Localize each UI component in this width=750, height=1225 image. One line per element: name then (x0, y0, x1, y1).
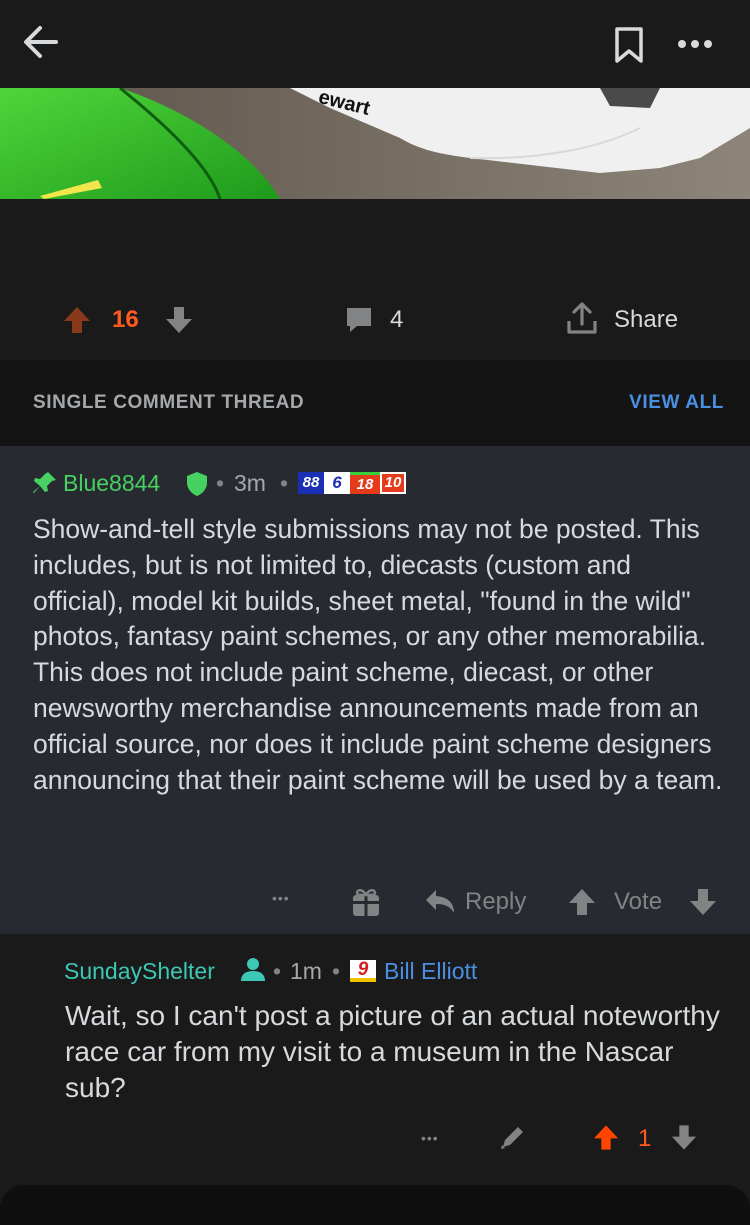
user-icon (240, 956, 266, 982)
separator: • (216, 470, 225, 496)
comment-body: Wait, so I can't post a picture of an ac… (65, 1000, 720, 1103)
downvote-icon[interactable] (688, 888, 718, 916)
pin-icon (32, 470, 58, 496)
comment-body: Show-and-tell style submissions may not … (33, 514, 723, 795)
back-arrow-icon[interactable] (20, 22, 60, 62)
comment-author[interactable]: Blue8844 (63, 470, 160, 497)
downvote-icon[interactable] (164, 306, 194, 334)
separator: • (273, 958, 282, 984)
user-flair-text: Bill Elliott (384, 958, 478, 984)
share-icon[interactable] (566, 302, 598, 336)
more-icon[interactable] (676, 38, 714, 50)
comment-time: 3m (234, 470, 266, 496)
post-score: 16 (112, 306, 139, 333)
comment-icon[interactable] (344, 306, 374, 334)
flair-number: 10 (380, 472, 406, 494)
separator: • (280, 470, 289, 496)
comment-count: 4 (390, 306, 404, 333)
edit-icon[interactable] (499, 1123, 527, 1151)
upvote-icon[interactable] (62, 306, 92, 334)
separator: • (332, 958, 341, 984)
post-image[interactable]: ewart (0, 88, 750, 199)
flair-number: 18 (350, 472, 380, 494)
comment-author[interactable]: SundayShelter (64, 958, 215, 985)
more-options-button[interactable]: ••• (421, 1130, 439, 1146)
upvote-icon[interactable] (592, 1124, 620, 1151)
section-title: SINGLE COMMENT THREAD (33, 392, 305, 413)
comment-time: 1m (290, 958, 322, 984)
bottom-sheet[interactable] (0, 1185, 750, 1225)
reply-button[interactable]: Reply (465, 888, 526, 916)
user-flair: 88 6 18 10 (298, 472, 406, 494)
upvote-icon[interactable] (567, 888, 597, 916)
share-button[interactable]: Share (614, 306, 678, 334)
downvote-icon[interactable] (670, 1124, 698, 1151)
flair-number: 9 (350, 960, 376, 982)
more-options-button[interactable]: ••• (272, 890, 290, 906)
comment-moderator: Blue8844 • 3m • 88 6 18 10 Show-and-tell… (0, 446, 750, 934)
flair-number: 88 (298, 472, 324, 494)
flair-number: 6 (324, 472, 350, 494)
comment-reply: SundayShelter • 1m • 9 Bill Elliott Wait… (0, 934, 750, 1170)
reply-score: 1 (638, 1125, 652, 1152)
bookmark-icon[interactable] (612, 26, 646, 64)
view-all-link[interactable]: VIEW ALL (629, 392, 724, 414)
top-bar (0, 0, 750, 88)
gift-icon[interactable] (350, 886, 382, 918)
shield-icon (185, 471, 209, 497)
thread-header: SINGLE COMMENT THREAD VIEW ALL (0, 360, 750, 446)
post-action-bar: 16 4 Share (0, 280, 750, 360)
reply-icon[interactable] (424, 888, 456, 916)
vote-label: Vote (614, 888, 663, 915)
